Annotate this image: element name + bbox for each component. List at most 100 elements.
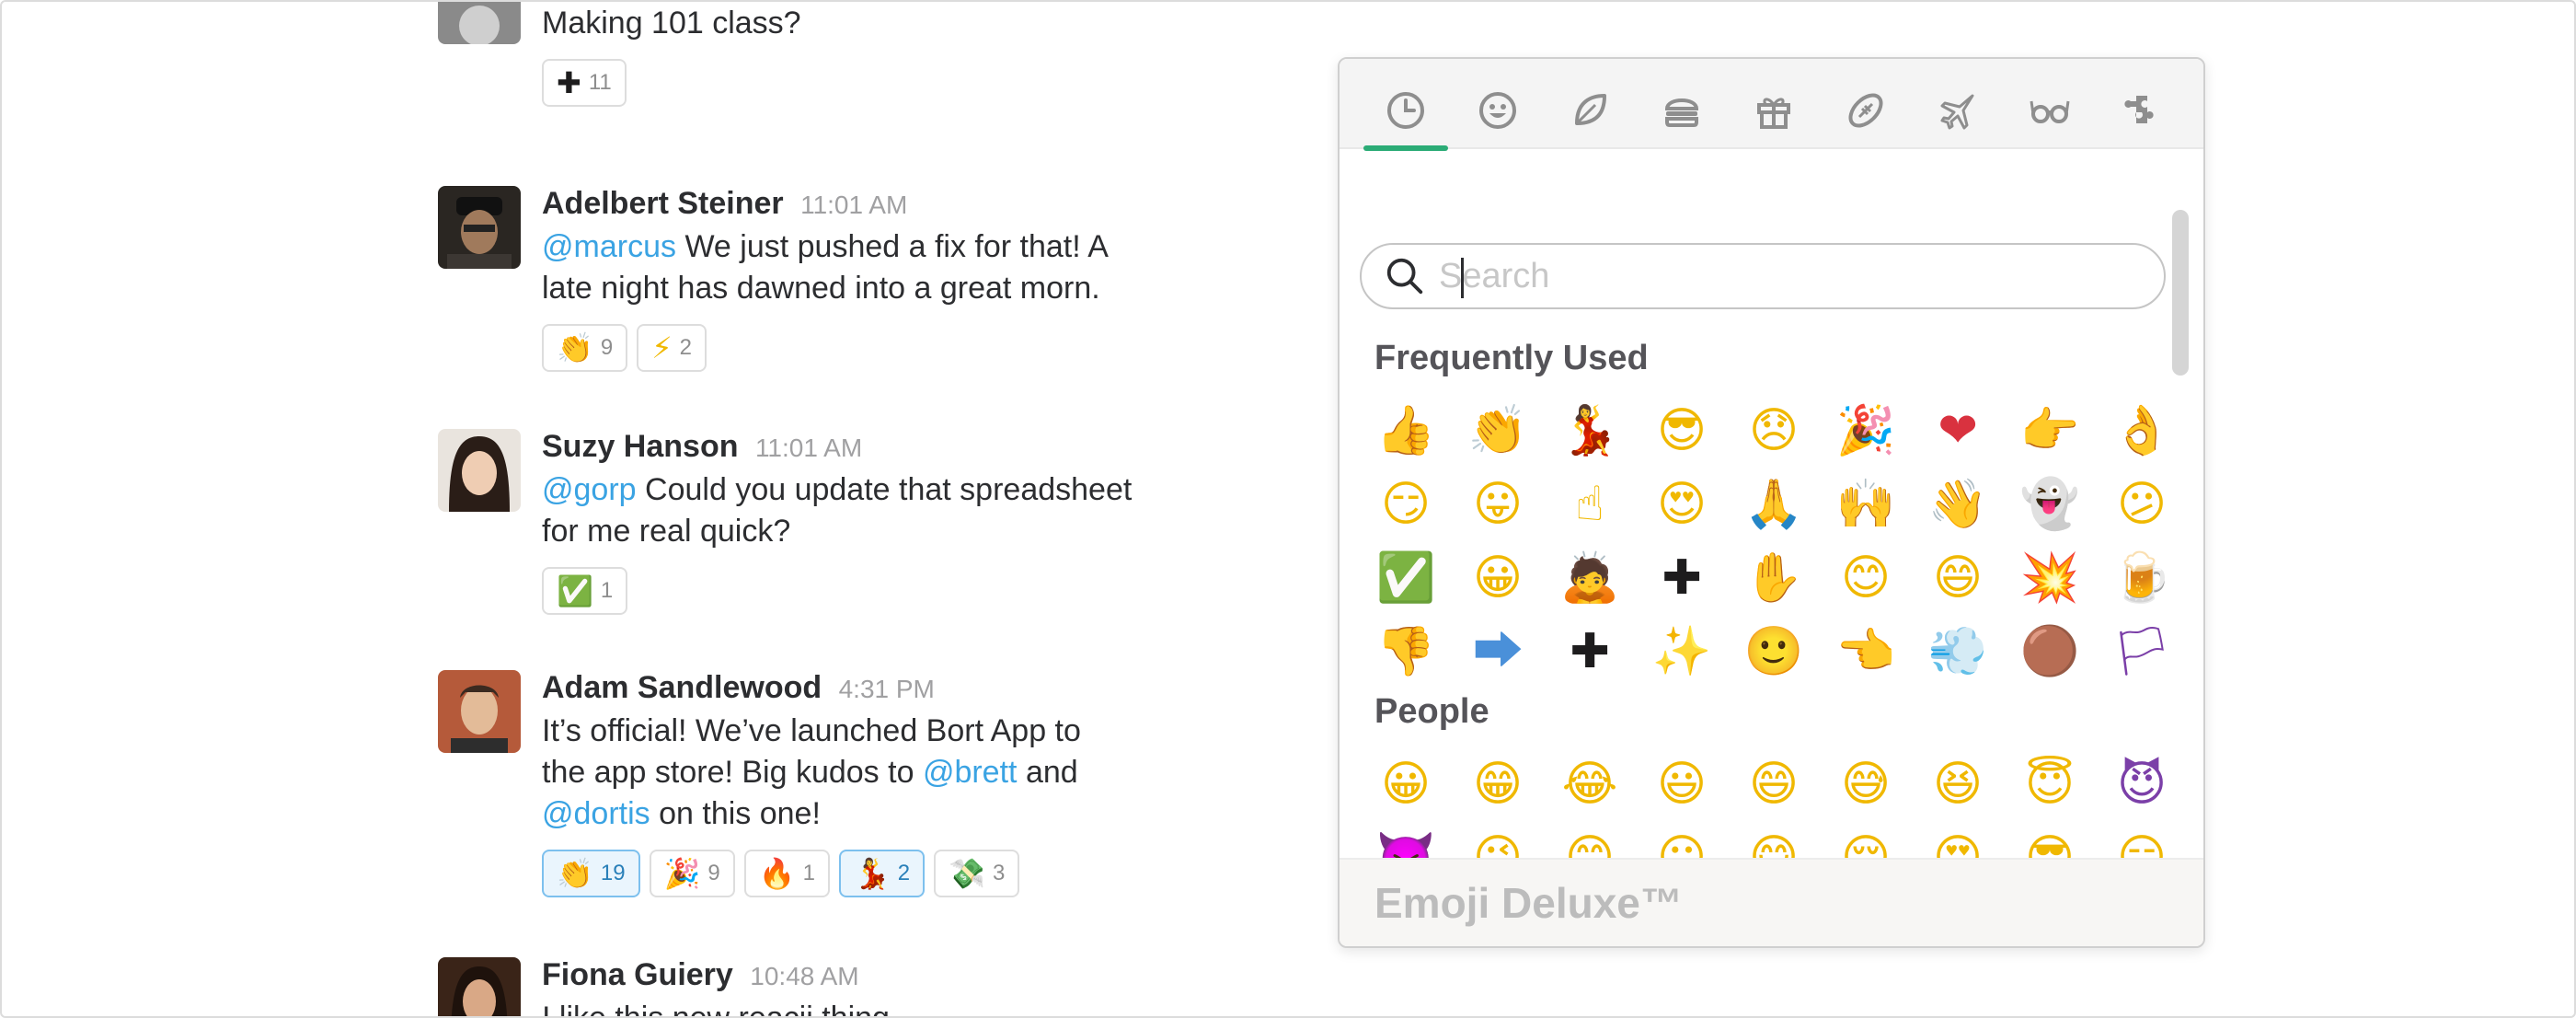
avatar-adam[interactable]: [438, 670, 521, 753]
mention-link[interactable]: @dortis: [542, 796, 650, 831]
reaction-check[interactable]: ✅ 1: [542, 567, 628, 615]
mention-link[interactable]: @gorp: [542, 472, 637, 507]
emoji-tongue[interactable]: 😛: [1452, 468, 1544, 541]
timestamp[interactable]: 10:48 AM: [750, 962, 858, 990]
emoji-point-right[interactable]: 👉: [2004, 394, 2096, 468]
emoji-heavy-plus[interactable]: ✚: [1636, 541, 1728, 615]
emoji-smiley[interactable]: 😃: [1636, 747, 1728, 821]
emoji-hillary-logo[interactable]: ⮕: [1452, 615, 1544, 688]
emoji-heavy-plus[interactable]: ✚: [1544, 615, 1636, 688]
tab-travel[interactable]: [1912, 72, 2004, 149]
reaction-dancer[interactable]: 💃 2: [838, 850, 926, 897]
timestamp[interactable]: 11:01 AM: [800, 191, 907, 219]
emoji-imp[interactable]: 👿: [1360, 821, 1452, 860]
reaction-tada[interactable]: 🎉 9: [649, 850, 735, 897]
tab-custom[interactable]: [2096, 72, 2188, 149]
message-text: I like this new reacji thing: [542, 1001, 890, 1018]
emoji-wave[interactable]: 👋: [1912, 468, 2004, 541]
tab-people[interactable]: [1452, 72, 1544, 149]
emoji-scroll-area[interactable]: Frequently Used 👍 👏 💃 😎 😞 🎉 ❤ 👉 👌 😏 😛 ☝ …: [1340, 149, 2203, 860]
reaction-zap[interactable]: ⚡ 2: [637, 324, 707, 372]
emoji-innocent[interactable]: 😇: [2004, 747, 2096, 821]
reaction-clap[interactable]: 👏 9: [542, 324, 628, 372]
reaction-heavy-plus[interactable]: ✚ 11: [542, 59, 627, 107]
emoji-white-check-mark[interactable]: ✅: [1360, 541, 1452, 615]
emoji-disappointed[interactable]: 😞: [1728, 394, 1820, 468]
avatar-adelbert[interactable]: [438, 186, 521, 269]
emoji-smiling-imp[interactable]: 😈: [2096, 747, 2188, 821]
avatar-fiona[interactable]: [438, 957, 521, 1016]
clap-icon: 👏: [557, 331, 593, 364]
tab-food[interactable]: [1636, 72, 1728, 149]
emoji-smile[interactable]: 😄: [1728, 747, 1820, 821]
timestamp[interactable]: 4:31 PM: [839, 675, 935, 703]
emoji-sparkles[interactable]: ✨: [1636, 615, 1728, 688]
scrollbar-thumb[interactable]: [2172, 210, 2189, 376]
emoji-ghost[interactable]: 👻: [2004, 468, 2096, 541]
sender-name[interactable]: Fiona Guiery: [542, 957, 733, 992]
emoji-relaxed[interactable]: ☺: [1636, 821, 1728, 860]
sender-name[interactable]: Adam Sandlewood: [542, 670, 822, 705]
emoji-smirk[interactable]: 😏: [2096, 821, 2188, 860]
emoji-search[interactable]: [1360, 243, 2166, 309]
tab-activities[interactable]: [1728, 72, 1820, 149]
emoji-relieved[interactable]: 😌: [1820, 821, 1912, 860]
emoji-heart[interactable]: ❤: [1912, 394, 2004, 468]
search-icon: [1386, 258, 1423, 295]
emoji-thumbsup[interactable]: 👍: [1360, 394, 1452, 468]
reaction-clap[interactable]: 👏 19: [542, 850, 640, 897]
sender-name[interactable]: Suzy Hanson: [542, 429, 738, 464]
emoji-smirk[interactable]: 😏: [1360, 468, 1452, 541]
emoji-thumbsdown[interactable]: 👎: [1360, 615, 1452, 688]
timestamp[interactable]: 11:01 AM: [755, 434, 862, 462]
glasses-icon: [2030, 100, 2070, 123]
sender-name[interactable]: Adelbert Steiner: [542, 186, 784, 221]
emoji-clap[interactable]: 👏: [1452, 394, 1544, 468]
emoji-blush[interactable]: 😊: [1820, 541, 1912, 615]
emoji-slightly-smiling[interactable]: 🙂: [1728, 615, 1820, 688]
mention-link[interactable]: @brett: [923, 755, 1018, 790]
emoji-wink[interactable]: 😉: [1452, 821, 1544, 860]
emoji-beer[interactable]: 🍺: [2096, 541, 2188, 615]
emoji-custom-hair[interactable]: 🟤: [2004, 615, 2096, 688]
emoji-sunglasses[interactable]: 😎: [1636, 394, 1728, 468]
avatar-suzy[interactable]: [438, 429, 521, 512]
clap-icon: 👏: [557, 857, 593, 890]
tab-sports[interactable]: [1820, 72, 1912, 149]
emoji-tada[interactable]: 🎉: [1820, 394, 1912, 468]
emoji-sweat-smile[interactable]: 😅: [1820, 747, 1912, 821]
avatar[interactable]: [438, 2, 521, 44]
emoji-bow[interactable]: 🙇: [1544, 541, 1636, 615]
check-icon: ✅: [557, 574, 593, 607]
emoji-point-up[interactable]: ☝: [1544, 468, 1636, 541]
emoji-joy[interactable]: 😂: [1544, 747, 1636, 821]
reaction-fire[interactable]: 🔥 1: [743, 850, 830, 897]
emoji-rainbow-flag[interactable]: 🏳: [2096, 615, 2188, 688]
emoji-dash[interactable]: 💨: [1912, 615, 2004, 688]
tab-nature[interactable]: [1544, 72, 1636, 149]
mention-link[interactable]: @marcus: [542, 229, 676, 264]
emoji-ok-hand[interactable]: 👌: [2096, 394, 2188, 468]
emoji-laughing[interactable]: 😆: [1912, 747, 2004, 821]
emoji-raised-hands[interactable]: 🙌: [1820, 468, 1912, 541]
reaction-count: 1: [802, 861, 815, 885]
emoji-grinning[interactable]: 😀: [1360, 747, 1452, 821]
emoji-blush[interactable]: 😊: [1544, 821, 1636, 860]
reaction-money[interactable]: 💸 3: [934, 850, 1020, 897]
emoji-heart-eyes[interactable]: 😍: [1636, 468, 1728, 541]
emoji-dancer[interactable]: 💃: [1544, 394, 1636, 468]
tab-recent[interactable]: [1360, 72, 1452, 151]
emoji-raised-hand[interactable]: ✋: [1728, 541, 1820, 615]
emoji-sunglasses[interactable]: 😎: [2004, 821, 2096, 860]
emoji-pray[interactable]: 🙏: [1728, 468, 1820, 541]
emoji-point-left[interactable]: 👈: [1820, 615, 1912, 688]
search-input[interactable]: [1439, 256, 2138, 296]
emoji-grinning[interactable]: 😀: [1452, 541, 1544, 615]
emoji-boom[interactable]: 💥: [2004, 541, 2096, 615]
tab-objects[interactable]: [2004, 72, 2096, 149]
emoji-yum[interactable]: 😋: [1728, 821, 1820, 860]
emoji-heart-eyes[interactable]: 😍: [1912, 821, 2004, 860]
emoji-confused[interactable]: 😕: [2096, 468, 2188, 541]
emoji-smile[interactable]: 😄: [1912, 541, 2004, 615]
emoji-grin[interactable]: 😁: [1452, 747, 1544, 821]
